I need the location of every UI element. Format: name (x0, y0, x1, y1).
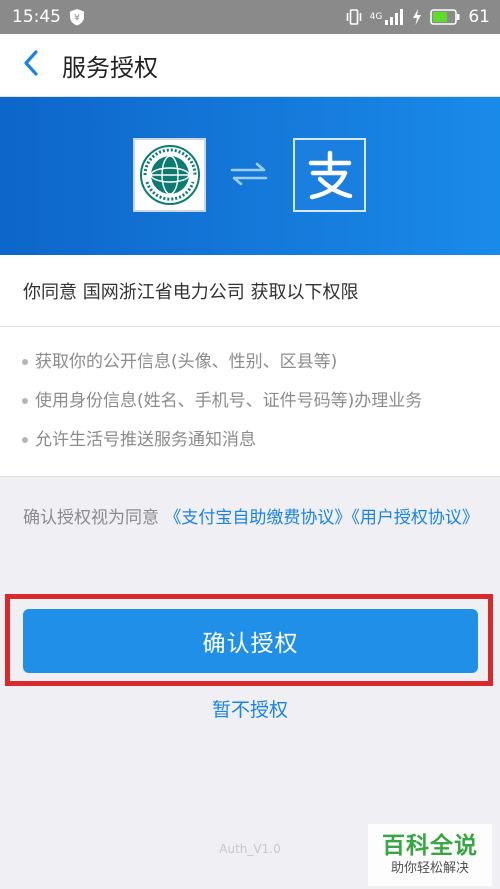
bullet-icon (22, 437, 28, 443)
permission-text: 获取你的公开信息(头像、性别、区县等) (35, 352, 338, 372)
svg-text:¥: ¥ (74, 14, 80, 24)
alipay-logo-icon (293, 138, 366, 212)
user-agreement-link[interactable]: 《用户授权协议》 (351, 508, 479, 528)
chevron-left-icon (23, 50, 39, 80)
auth-banner (0, 97, 500, 255)
charging-icon (412, 9, 422, 25)
sgcc-logo-icon (133, 138, 206, 212)
vibrate-icon (346, 8, 362, 26)
list-item: 获取你的公开信息(头像、性别、区县等) (22, 347, 500, 386)
list-item: 使用身份信息(姓名、手机号、证件号码等)办理业务 (22, 386, 500, 425)
title-bar: 服务授权 (0, 34, 500, 97)
page-title: 服务授权 (62, 53, 158, 82)
status-bar-right: 4G 61 (346, 7, 490, 27)
network-type: 4G (369, 11, 383, 22)
bullet-icon (22, 398, 28, 404)
confirm-authorize-button[interactable]: 确认授权 (23, 609, 478, 673)
status-time: 15:45 (12, 7, 61, 27)
status-bar-left: 15:45 ¥ (12, 7, 85, 27)
signal-icon (384, 9, 404, 25)
payment-agreement-link[interactable]: 《支付宝自助缴费协议》 (164, 508, 351, 528)
watermark-logo: 百科全说 助你轻松解决 (368, 824, 492, 886)
consent-statement: 你同意 国网浙江省电力公司 获取以下权限 (0, 255, 500, 327)
watermark-subtitle: 助你轻松解决 (390, 861, 469, 876)
agreement-notice: 确认授权视为同意 《支付宝自助缴费协议》《用户授权协议》 (23, 503, 483, 534)
watermark-title: 百科全说 (382, 833, 478, 859)
battery-level: 61 (468, 7, 490, 27)
shield-yen-icon: ¥ (69, 8, 85, 26)
decline-authorize-link[interactable]: 暂不授权 (0, 695, 500, 722)
permission-text: 允许生活号推送服务通知消息 (35, 430, 256, 450)
swap-arrows-icon (228, 159, 270, 193)
back-button[interactable] (0, 34, 62, 97)
permission-text: 使用身份信息(姓名、手机号、证件号码等)办理业务 (35, 391, 423, 411)
list-item: 允许生活号推送服务通知消息 (22, 425, 500, 464)
agreement-prefix: 确认授权视为同意 (23, 508, 165, 528)
permission-list: 获取你的公开信息(头像、性别、区县等) 使用身份信息(姓名、手机号、证件号码等)… (0, 327, 500, 477)
status-bar: 15:45 ¥ 4G 61 (0, 0, 500, 34)
battery-icon (430, 9, 460, 25)
bullet-icon (22, 359, 28, 365)
consent-text: 你同意 国网浙江省电力公司 获取以下权限 (23, 281, 359, 303)
